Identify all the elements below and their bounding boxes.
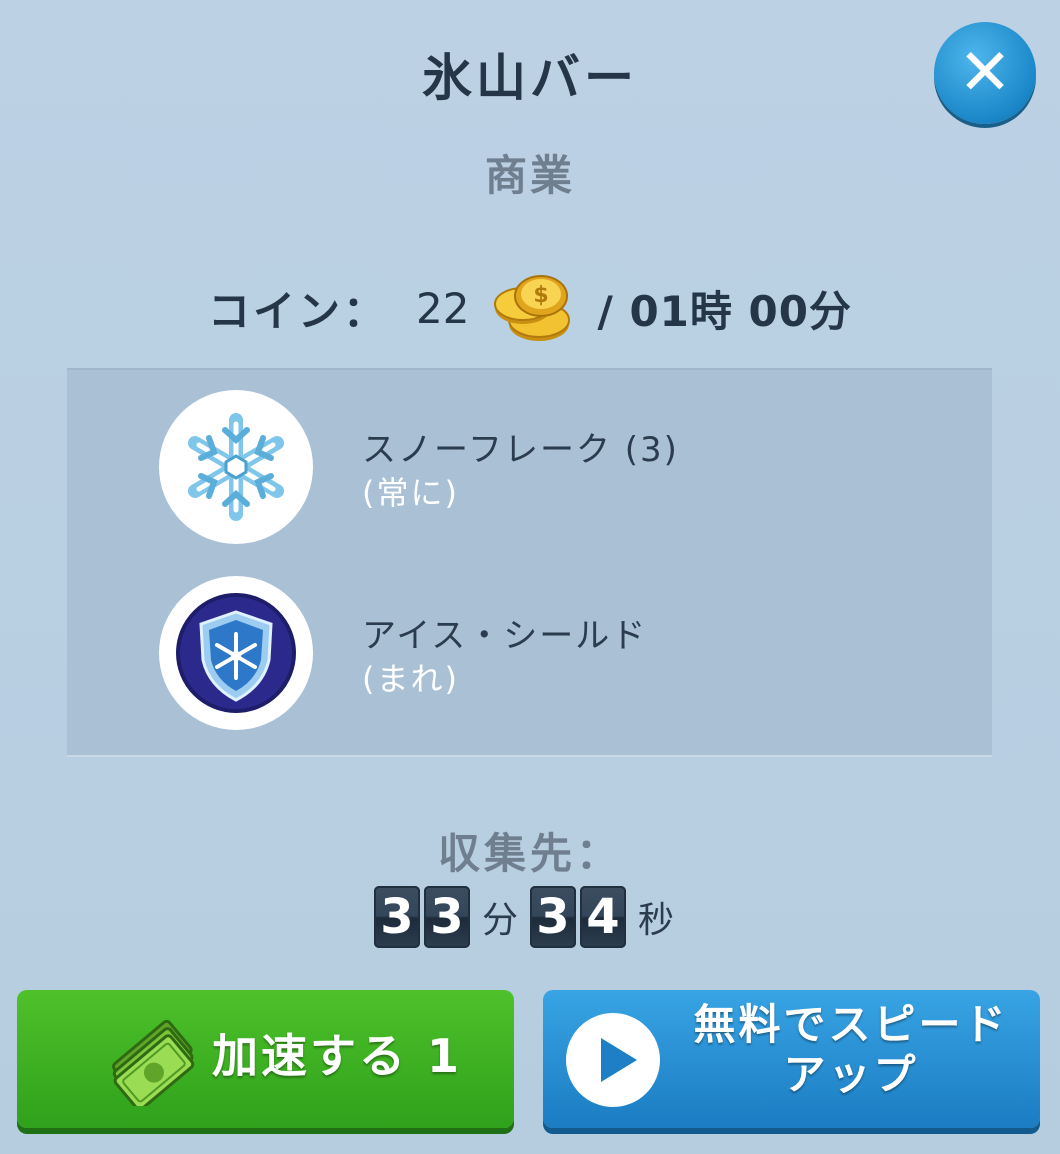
income-period: / 01時 00分 [597,286,852,336]
play-icon [566,1013,660,1107]
timer-seconds-unit: 秒 [638,900,675,941]
close-icon: ✕ [958,36,1012,110]
svg-text:$: $ [534,283,549,308]
free-speed-up-label: 無料でスピード アップ [671,1000,1031,1100]
close-button[interactable]: ✕ [934,22,1036,124]
free-speed-up-label-line2: アップ [783,1050,919,1099]
timer-digit: 4 [580,886,626,948]
timer-digit: 3 [530,886,576,948]
dialog-title: 氷山バー [422,49,638,107]
trait-name: アイス・シールド [362,616,648,656]
traits-panel: スノーフレーク (3) (常に) アイス・シールド (まれ) [67,368,992,757]
income-amount: 22 [416,283,470,333]
trait-icon-frame [159,576,313,730]
snowflake-icon [188,413,284,521]
trait-item: アイス・シールド (まれ) [157,576,957,736]
timer-digit: 3 [423,886,470,948]
income-label: コイン： [208,286,389,336]
trait-name: スノーフレーク (3) [362,430,679,470]
trait-icon-frame [159,390,313,544]
free-speed-up-label-line1: 無料でスピード [693,1000,1009,1049]
trait-rarity: (常に) [362,474,459,512]
countdown-timer: 3 3 分 3 4 秒 [0,884,1060,950]
collect-label: 収集先： [437,829,622,878]
building-category: 商業 [484,151,575,200]
ice-shield-icon [176,593,296,713]
speed-up-label: 加速する 1 [212,1029,463,1083]
trait-item: スノーフレーク (3) (常に) [157,390,957,550]
trait-rarity: (まれ) [362,660,459,698]
speed-up-button[interactable]: 加速する 1 [17,990,514,1128]
coin-stack-icon: $ [494,275,571,341]
income-row: コイン： 22 $ / 01時 00分 [0,275,1060,341]
building-info-dialog: 氷山バー ✕ 商業 コイン： 22 $ / 01時 00分 スノーフレーク (3… [0,0,1060,1154]
cash-icon [112,1019,195,1106]
timer-digit: 3 [373,886,420,948]
free-speed-up-button[interactable]: 無料でスピード アップ [543,990,1040,1128]
timer-minutes-unit: 分 [481,900,518,941]
